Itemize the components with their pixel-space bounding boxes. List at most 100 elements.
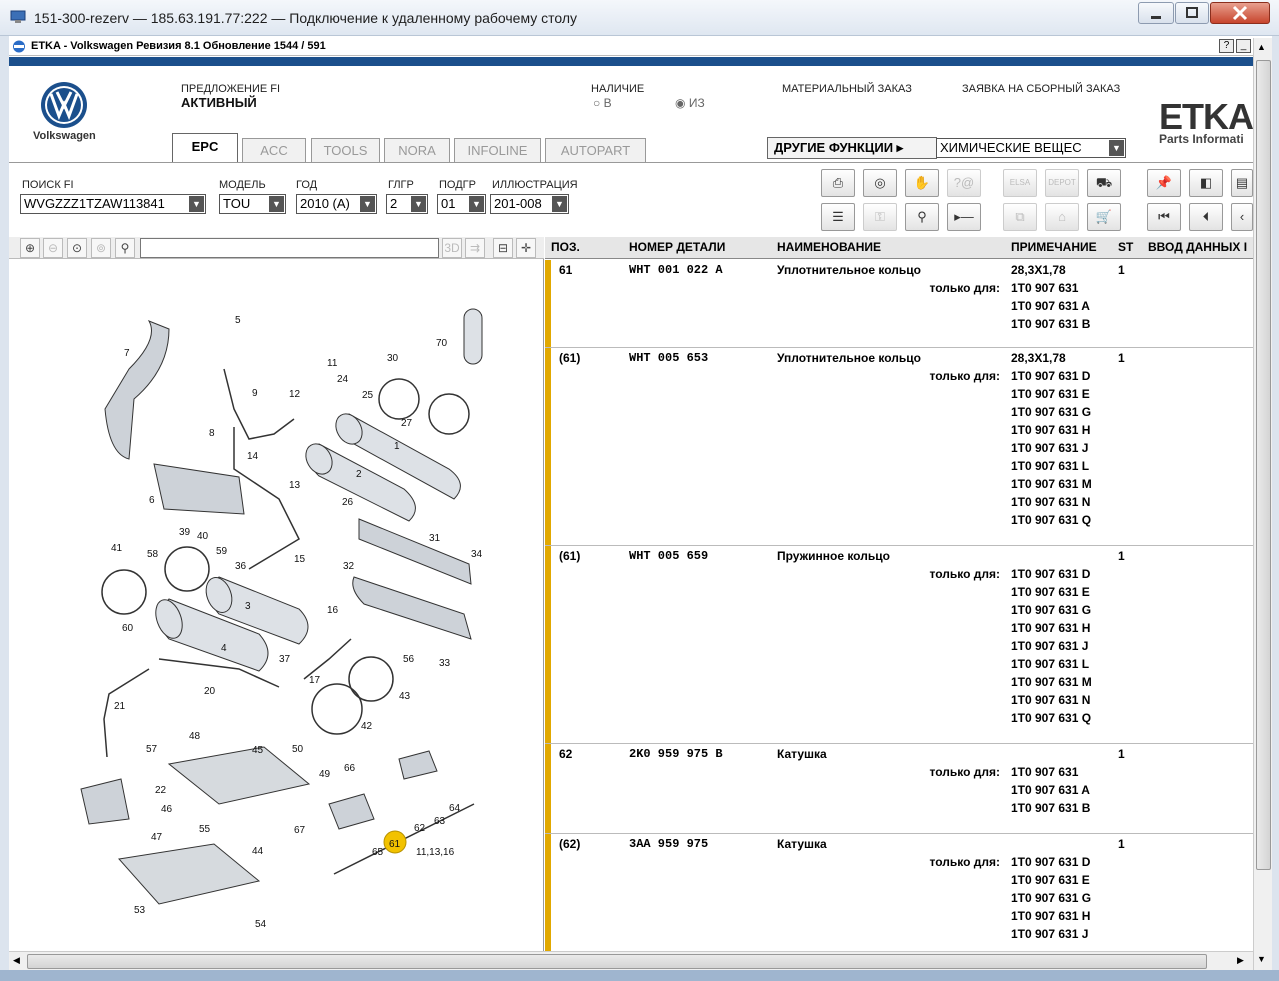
callout-label-44[interactable]: 44	[252, 846, 264, 857]
callout-label-36[interactable]: 36	[235, 561, 247, 572]
fi-search-input[interactable]: WVGZZZ1TZAW113841 ▼	[20, 194, 206, 214]
vehicle-button[interactable]: ⚲	[905, 203, 939, 231]
callout-label-17[interactable]: 17	[309, 675, 321, 686]
table-row[interactable]: (62) 3AA 959 975 Катушка 1 только для: 1T0 90…	[545, 834, 1253, 951]
col-st[interactable]: ST	[1118, 240, 1133, 254]
callout-label-3[interactable]: 3	[245, 601, 251, 612]
callout-label-34[interactable]: 34	[471, 549, 483, 560]
scroll-down-icon[interactable]: ▼	[1257, 954, 1266, 964]
illustration-select[interactable]: 201-008 ▼	[490, 194, 569, 214]
callout-label-7[interactable]: 7	[124, 348, 130, 359]
tab-nora[interactable]: NORA	[384, 138, 450, 162]
callout-label-65[interactable]: 65	[372, 847, 384, 858]
first-button[interactable]: ⏮	[1147, 203, 1181, 231]
col-part-number[interactable]: НОМЕР ДЕТАЛИ	[629, 240, 725, 254]
callout-label-45[interactable]: 45	[252, 745, 264, 756]
callout-label-57[interactable]: 57	[146, 744, 158, 755]
callout-label-33[interactable]: 33	[439, 658, 451, 669]
callout-label-67[interactable]: 67	[294, 825, 306, 836]
zoom-in-button[interactable]: ⊕	[20, 238, 40, 258]
callout-label-2[interactable]: 2	[356, 469, 362, 480]
arrow-split-button[interactable]: ⇉	[465, 238, 485, 258]
callout-label-31[interactable]: 31	[429, 533, 441, 544]
zoom-out-button[interactable]: ⊖	[43, 238, 63, 258]
vertical-scrollbar[interactable]: ▲ ▼	[1253, 38, 1272, 970]
callout-label-39[interactable]: 39	[179, 527, 191, 538]
callout-label-13[interactable]: 13	[289, 480, 301, 491]
table-row[interactable]: 61 WHT 001 022 A Уплотнительное кольцо 28,3…	[545, 260, 1253, 348]
copy-button[interactable]: ◧	[1189, 169, 1223, 197]
diagram-search-input[interactable]	[140, 238, 439, 258]
callout-label-25[interactable]: 25	[362, 390, 374, 401]
assembly-order-link[interactable]: ЗАЯВКА НА СБОРНЫЙ ЗАКАЗ	[962, 83, 1120, 95]
callout-label-9[interactable]: 9	[252, 388, 258, 399]
callout-label-32[interactable]: 32	[343, 561, 355, 572]
maximize-button[interactable]	[1175, 2, 1209, 24]
prev-button[interactable]: ⏴	[1189, 203, 1223, 231]
table-row[interactable]: (61) WHT 005 659 Пружинное кольцо 1 только д…	[545, 546, 1253, 744]
callout-label-41[interactable]: 41	[111, 543, 123, 554]
back-button[interactable]: ‹	[1231, 203, 1253, 231]
zoom-fit-button[interactable]: ⊙	[67, 238, 87, 258]
warehouse-button[interactable]: ⌂	[1045, 203, 1079, 231]
cart-add-button[interactable]: ⛟	[1087, 169, 1121, 197]
callout-label-58[interactable]: 58	[147, 549, 159, 560]
callout-label-24[interactable]: 24	[337, 374, 349, 385]
exchange-button[interactable]: ✋	[905, 169, 939, 197]
depot-button[interactable]: DEPOT	[1045, 169, 1079, 197]
col-pos[interactable]: ПОЗ.	[551, 240, 580, 254]
key-button[interactable]: ⚿	[863, 203, 897, 231]
callout-label-46[interactable]: 46	[161, 804, 173, 815]
elsa-button[interactable]: ELSA	[1003, 169, 1037, 197]
material-order-link[interactable]: МАТЕРИАЛЬНЫЙ ЗАКАЗ	[782, 83, 912, 95]
callout-label-20[interactable]: 20	[204, 686, 216, 697]
callout-label-30[interactable]: 30	[387, 353, 399, 364]
callout-label-5[interactable]: 5	[235, 315, 241, 326]
list-view-button[interactable]: ☰	[821, 203, 855, 231]
app-minimize-button[interactable]: _	[1236, 39, 1251, 53]
tab-acc[interactable]: ACC	[242, 138, 306, 162]
pin-button[interactable]: 📌	[1147, 169, 1181, 197]
table-row[interactable]: 62 2K0 959 975 B Катушка 1 только для: 1T0 90…	[545, 744, 1253, 834]
callout-label-66[interactable]: 66	[344, 763, 356, 774]
callout-label-14[interactable]: 14	[247, 451, 259, 462]
callout-label-21[interactable]: 21	[114, 701, 126, 712]
callout-label-6[interactable]: 6	[149, 495, 155, 506]
callout-label-62[interactable]: 62	[414, 823, 426, 834]
view-3d-button[interactable]: 3D	[442, 238, 462, 258]
callout-label-64[interactable]: 64	[449, 803, 461, 814]
callout-label-61[interactable]: 61	[389, 839, 401, 850]
vertical-scroll-thumb[interactable]	[1256, 60, 1271, 870]
chemicals-select[interactable]: ХИМИЧЕСКИЕ ВЕЩЕС ▼	[936, 138, 1126, 158]
callout-label-42[interactable]: 42	[361, 721, 373, 732]
split-view-button[interactable]: ⊟	[493, 238, 513, 258]
callout-label-43[interactable]: 43	[399, 691, 411, 702]
callout-label-37[interactable]: 37	[279, 654, 291, 665]
print-button[interactable]: ⎙	[821, 169, 855, 197]
tab-infoline[interactable]: INFOLINE	[454, 138, 541, 162]
callout-label-15[interactable]: 15	[294, 554, 306, 565]
col-input[interactable]: ВВОД ДАННЫХ I	[1148, 240, 1247, 254]
play-minus-button[interactable]: ▸—	[947, 203, 981, 231]
callout-label-70[interactable]: 70	[436, 338, 448, 349]
search-button[interactable]: ⚲	[115, 238, 135, 258]
callout-label-50[interactable]: 50	[292, 744, 304, 755]
radio-in[interactable]: ○ В	[593, 96, 612, 110]
help-button[interactable]: ?	[1219, 39, 1234, 53]
zoom-area-button[interactable]: ⊚	[91, 238, 111, 258]
catalog-button[interactable]: ◎	[863, 169, 897, 197]
callout-label-8[interactable]: 8	[209, 428, 215, 439]
scroll-right-icon[interactable]: ▶	[1237, 955, 1244, 966]
callout-label-48[interactable]: 48	[189, 731, 201, 742]
table-row[interactable]: (61) WHT 005 653 Уплотнительное кольцо 28,3…	[545, 348, 1253, 546]
tab-autopart[interactable]: AUTOPART	[545, 138, 646, 162]
callout-label-4[interactable]: 4	[221, 643, 227, 654]
callout-label-56[interactable]: 56	[403, 654, 415, 665]
document-button[interactable]: ▤	[1231, 169, 1253, 197]
callout-label-11-13-16[interactable]: 11,13,16	[416, 847, 455, 858]
crosshair-button[interactable]: ✛	[516, 238, 536, 258]
parts-diagram[interactable]: 1 2 3 4 5 6 7 8 9 11 12 13 14 15 16 17 20 21 22 24 25 26 27 30 3…	[9, 259, 544, 951]
tab-epc[interactable]: EPC	[172, 133, 238, 162]
radio-from[interactable]: ◉ ИЗ	[675, 96, 705, 110]
callout-label-40[interactable]: 40	[197, 531, 209, 542]
